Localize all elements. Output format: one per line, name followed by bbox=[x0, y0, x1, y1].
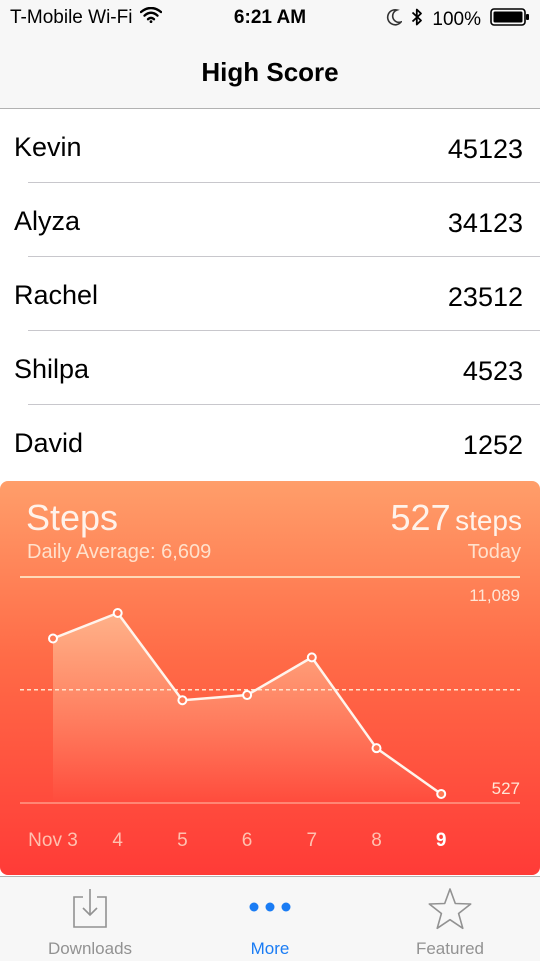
navigation-bar: High Score bbox=[0, 36, 540, 109]
list-item[interactable]: Alyza 34123 bbox=[0, 183, 540, 257]
page-title: High Score bbox=[201, 57, 339, 87]
data-point bbox=[48, 633, 58, 644]
player-score: 23512 bbox=[447, 282, 523, 312]
bluetooth-icon bbox=[411, 7, 423, 33]
player-score: 4523 bbox=[462, 356, 523, 386]
downloads-icon bbox=[0, 887, 180, 929]
x-tick-label: Nov 3 bbox=[28, 830, 78, 851]
tab-label: Downloads bbox=[47, 939, 133, 958]
battery-icon bbox=[490, 8, 530, 32]
chart-max-label: 11,089 bbox=[469, 586, 520, 605]
player-name: Shilpa bbox=[14, 354, 90, 384]
moon-icon bbox=[386, 8, 404, 32]
more-icon bbox=[180, 901, 360, 913]
data-point bbox=[306, 652, 317, 663]
x-tick-label: 6 bbox=[242, 830, 253, 851]
status-right: 100% bbox=[386, 7, 530, 33]
list-item[interactable]: Kevin 45123 bbox=[0, 109, 540, 183]
x-tick-label: 7 bbox=[307, 830, 318, 851]
player-name: Kevin bbox=[14, 132, 82, 162]
steps-chart: 11,089 527 Nov 3 4 5 6 7 8 9 bbox=[20, 576, 520, 851]
x-tick-label: 5 bbox=[177, 830, 188, 851]
tab-downloads[interactable]: Downloads bbox=[0, 877, 180, 961]
x-tick-label: 8 bbox=[371, 830, 382, 851]
data-point bbox=[112, 608, 123, 618]
star-icon bbox=[360, 887, 540, 931]
data-point bbox=[436, 788, 447, 799]
player-score: 1252 bbox=[462, 430, 523, 460]
tab-bar: Downloads More Featured bbox=[0, 876, 540, 961]
player-score: 34123 bbox=[447, 208, 523, 238]
player-score: 45123 bbox=[447, 134, 523, 164]
player-name: David bbox=[14, 428, 84, 458]
x-tick-label: 9 bbox=[436, 830, 447, 851]
chart-min-label: 527 bbox=[492, 779, 520, 798]
list-item[interactable]: Shilpa 4523 bbox=[0, 331, 540, 405]
list-item[interactable]: Rachel 23512 bbox=[0, 257, 540, 331]
list-item[interactable]: David 1252 bbox=[0, 405, 540, 479]
data-point bbox=[242, 690, 253, 701]
player-name: Rachel bbox=[14, 280, 99, 310]
data-point bbox=[371, 743, 382, 754]
data-point bbox=[177, 695, 188, 706]
x-tick-label: 4 bbox=[112, 830, 123, 851]
steps-card[interactable]: Steps Daily Average: 6,609 527 steps Tod… bbox=[0, 481, 540, 875]
battery-percent: 100% bbox=[432, 9, 481, 30]
tab-featured[interactable]: Featured bbox=[360, 877, 540, 961]
high-score-list: Kevin 45123 Alyza 34123 Rachel 23512 Shi… bbox=[0, 109, 540, 479]
chart-area bbox=[53, 613, 442, 803]
tab-label: Featured bbox=[415, 939, 485, 958]
tab-more[interactable]: More bbox=[180, 877, 360, 961]
tab-label: More bbox=[250, 939, 290, 958]
player-name: Alyza bbox=[14, 206, 81, 236]
status-bar: T-Mobile Wi-Fi 6:21 AM 100% bbox=[0, 0, 540, 36]
